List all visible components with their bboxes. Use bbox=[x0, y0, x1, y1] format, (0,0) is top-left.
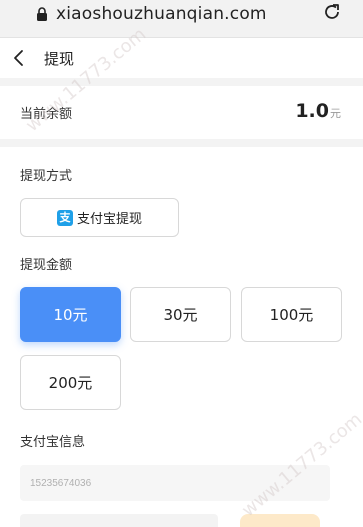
balance-value: 1.0元 bbox=[295, 100, 341, 122]
alipay-withdraw-label: 支付宝提现 bbox=[76, 212, 142, 227]
page-title: 提现 bbox=[44, 50, 75, 68]
section-divider bbox=[0, 139, 363, 147]
browser-address-bar: xiaoshouzhuanqian.com bbox=[0, 0, 363, 38]
alipay-icon: 支 bbox=[56, 209, 73, 226]
amount-option-200[interactable]: 200元 bbox=[20, 355, 121, 410]
nav-bar: 提现 bbox=[0, 38, 363, 78]
lock-icon bbox=[37, 7, 47, 21]
section-divider bbox=[0, 78, 363, 86]
amount-label: 提现金额 bbox=[20, 258, 73, 273]
balance-label: 当前余额 bbox=[20, 107, 73, 122]
amount-option-100[interactable]: 100元 bbox=[241, 287, 342, 342]
amount-option-30[interactable]: 30元 bbox=[130, 287, 231, 342]
submit-button-partial[interactable] bbox=[240, 514, 320, 527]
balance-unit: 元 bbox=[330, 107, 341, 120]
chevron-left-icon[interactable] bbox=[12, 48, 26, 68]
alipay-info-label: 支付宝信息 bbox=[20, 435, 86, 450]
bottom-field-partial bbox=[20, 514, 218, 527]
balance-row: 当前余额 1.0元 bbox=[0, 87, 363, 139]
url-text: xiaoshouzhuanqian.com bbox=[56, 4, 267, 24]
alipay-account-input[interactable] bbox=[20, 465, 330, 501]
url-field[interactable]: xiaoshouzhuanqian.com bbox=[36, 0, 267, 28]
amount-option-10[interactable]: 10元 bbox=[20, 287, 121, 342]
balance-amount: 1.0 bbox=[295, 100, 329, 122]
alipay-withdraw-button[interactable]: 支 支付宝提现 bbox=[20, 198, 179, 237]
reload-icon[interactable] bbox=[322, 2, 342, 22]
method-label: 提现方式 bbox=[20, 169, 73, 184]
